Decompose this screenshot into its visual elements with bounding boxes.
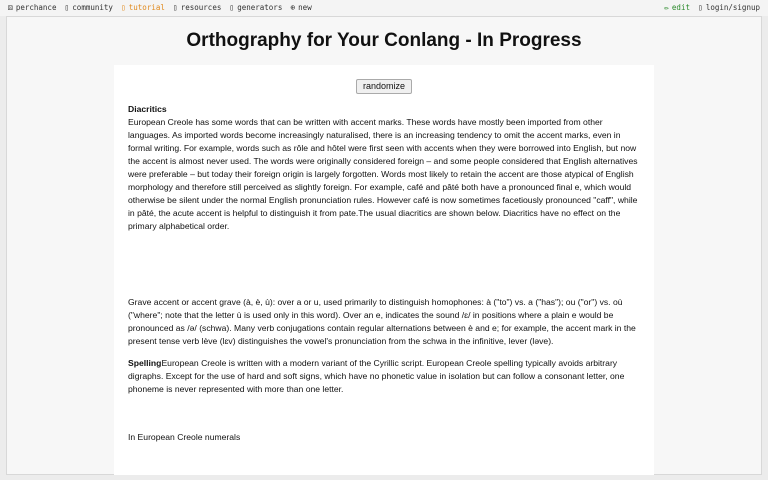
nav-label: resources xyxy=(180,3,222,12)
diacritics-heading: Diacritics xyxy=(128,104,167,114)
diacritics-paragraph: European Creole has some words that can … xyxy=(128,117,638,231)
plus-circle-icon: ⊕ xyxy=(290,3,296,12)
resources-icon: ▯ xyxy=(172,3,178,12)
grave-accent-paragraph: Grave accent or accent grave (à, è, ù): … xyxy=(128,297,636,346)
user-icon: ▯ xyxy=(697,3,703,12)
nav-label: tutorial xyxy=(128,3,165,12)
nav-label: edit xyxy=(671,3,690,12)
generators-icon: ▯ xyxy=(229,3,235,12)
output-content: Diacritics European Creole has some word… xyxy=(128,103,640,444)
nav-label: perchance xyxy=(15,3,57,12)
nav-edit[interactable]: ✏ edit xyxy=(664,0,690,16)
nav-label: login/signup xyxy=(705,3,760,12)
spelling-heading: Spelling xyxy=(128,358,162,368)
nav-resources[interactable]: ▯ resources xyxy=(173,0,221,16)
nav-generators[interactable]: ▯ generators xyxy=(229,0,282,16)
top-nav-bar: ⚄ perchance ▯ community ▯ tutorial ▯ res… xyxy=(0,0,768,16)
book-icon: ▯ xyxy=(120,3,126,12)
nav-tutorial[interactable]: ▯ tutorial xyxy=(121,0,165,16)
numerals-paragraph: In European Creole numerals xyxy=(128,432,241,442)
nav-new[interactable]: ⊕ new xyxy=(290,0,311,16)
community-icon: ▯ xyxy=(64,3,70,12)
dice-icon: ⚄ xyxy=(8,3,13,12)
nav-left-group: ⚄ perchance ▯ community ▯ tutorial ▯ res… xyxy=(8,0,312,16)
output-card: randomize Diacritics European Creole has… xyxy=(114,65,654,475)
nav-label: community xyxy=(72,3,113,12)
nav-login-signup[interactable]: ▯ login/signup xyxy=(698,0,760,16)
nav-label: new xyxy=(298,3,312,12)
spelling-text: European Creole is written with a modern… xyxy=(128,358,625,394)
pencil-icon: ✏ xyxy=(664,3,669,12)
nav-home-perchance[interactable]: ⚄ perchance xyxy=(8,0,56,16)
spelling-paragraph: SpellingEuropean Creole is written with … xyxy=(128,357,640,396)
page-title: Orthography for Your Conlang - In Progre… xyxy=(186,30,582,51)
nav-label: generators xyxy=(237,3,283,12)
nav-right-group: ✏ edit ▯ login/signup xyxy=(664,0,760,16)
nav-community[interactable]: ▯ community xyxy=(64,0,112,16)
randomize-button[interactable]: randomize xyxy=(356,79,412,94)
